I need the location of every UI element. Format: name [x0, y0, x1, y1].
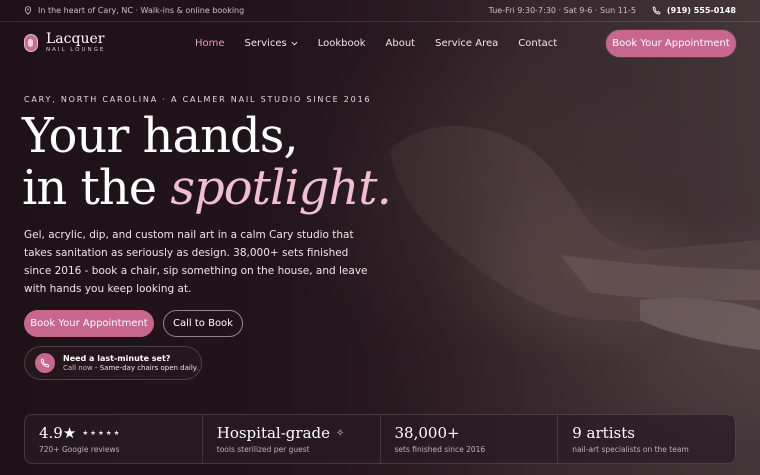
phone-icon — [652, 6, 661, 15]
nav-item-contact[interactable]: Contact — [518, 38, 557, 49]
hero-headline: Your hands, in the spotlight. — [22, 108, 392, 216]
top-info-bar: In the heart of Cary, NC · Walk-ins & on… — [0, 0, 760, 22]
sparkle-icon: ✧ — [336, 427, 345, 439]
nav-item-about[interactable]: About — [386, 38, 416, 49]
opening-hours: Tue-Fri 9:30-7:30 · Sat 9-6 · Sun 11-5 — [488, 6, 636, 15]
stat-sterilization: Hospital-grade ✧ tools sterilized per gue… — [203, 415, 381, 463]
nail-logo-icon — [24, 34, 38, 52]
headline-line-2: in the spotlight. — [22, 160, 392, 216]
star-rating-icon: ★★★★★ — [82, 429, 122, 437]
stats-bar: 4.9★ ★★★★★ 720+ Google reviews Hospital-g… — [24, 414, 736, 464]
stat-value: Hospital-grade — [216, 424, 330, 442]
stat-label: sets finished since 2016 — [394, 445, 486, 454]
nav-item-lookbook[interactable]: Lookbook — [318, 38, 366, 49]
headline-prefix: in the — [22, 160, 171, 216]
callout-rest: - Same-day chairs open daily. — [92, 363, 199, 372]
phone-link[interactable]: (919) 555-0148 — [667, 6, 736, 15]
brand-logo[interactable]: Lacquer NAIL LOUNGE — [24, 32, 194, 54]
nav-item-services[interactable]: Services — [245, 38, 298, 49]
callout-lead: Call now — [63, 363, 93, 372]
nav-book-appointment-button[interactable]: Book Your Appointment — [606, 30, 736, 57]
map-pin-icon — [24, 6, 32, 15]
book-appointment-button[interactable]: Book Your Appointment — [24, 310, 154, 337]
chevron-down-icon — [291, 41, 298, 46]
brand-name: Lacquer — [46, 31, 105, 48]
stat-value: 38,000+ — [394, 424, 460, 442]
nav-item-home[interactable]: Home — [195, 38, 225, 49]
stat-value: 4.9★ — [39, 424, 77, 442]
stat-value: 9 artists — [572, 424, 635, 442]
location-text: In the heart of Cary, NC · Walk-ins & on… — [38, 6, 245, 15]
brand-tagline: NAIL LOUNGE — [46, 47, 106, 54]
hero-description: Gel, acrylic, dip, and custom nail art i… — [24, 229, 368, 295]
stat-artists: 9 artists nail-art specialists on the te… — [558, 415, 735, 463]
stat-label: nail-art specialists on the team — [572, 445, 689, 454]
nav-menu: Home Services Lookbook About Service Are… — [195, 38, 557, 49]
phone-icon — [35, 353, 55, 373]
stat-reviews: 4.9★ ★★★★★ 720+ Google reviews — [25, 415, 203, 463]
callout-subtitle: Call now - Same-day chairs open daily. — [63, 364, 198, 373]
nav-item-service-area[interactable]: Service Area — [435, 38, 498, 49]
last-minute-callout[interactable]: Need a last-minute set? Call now - Same-… — [24, 346, 202, 380]
nav-item-services-label: Services — [244, 37, 287, 49]
stat-label: tools sterilized per guest — [216, 445, 310, 454]
headline-accent: spotlight. — [170, 160, 391, 216]
call-to-book-button[interactable]: Call to Book — [163, 310, 243, 337]
hero-eyebrow: CARY, NORTH CAROLINA · A CALMER NAIL STU… — [24, 95, 372, 104]
callout-title: Need a last-minute set? — [63, 353, 171, 363]
stat-label: 720+ Google reviews — [39, 445, 120, 454]
main-navigation: Lacquer NAIL LOUNGE Home Services Lookbo… — [0, 22, 760, 64]
headline-line-1: Your hands, — [22, 108, 299, 164]
stat-sets-finished: 38,000+ sets finished since 2016 — [381, 415, 559, 463]
